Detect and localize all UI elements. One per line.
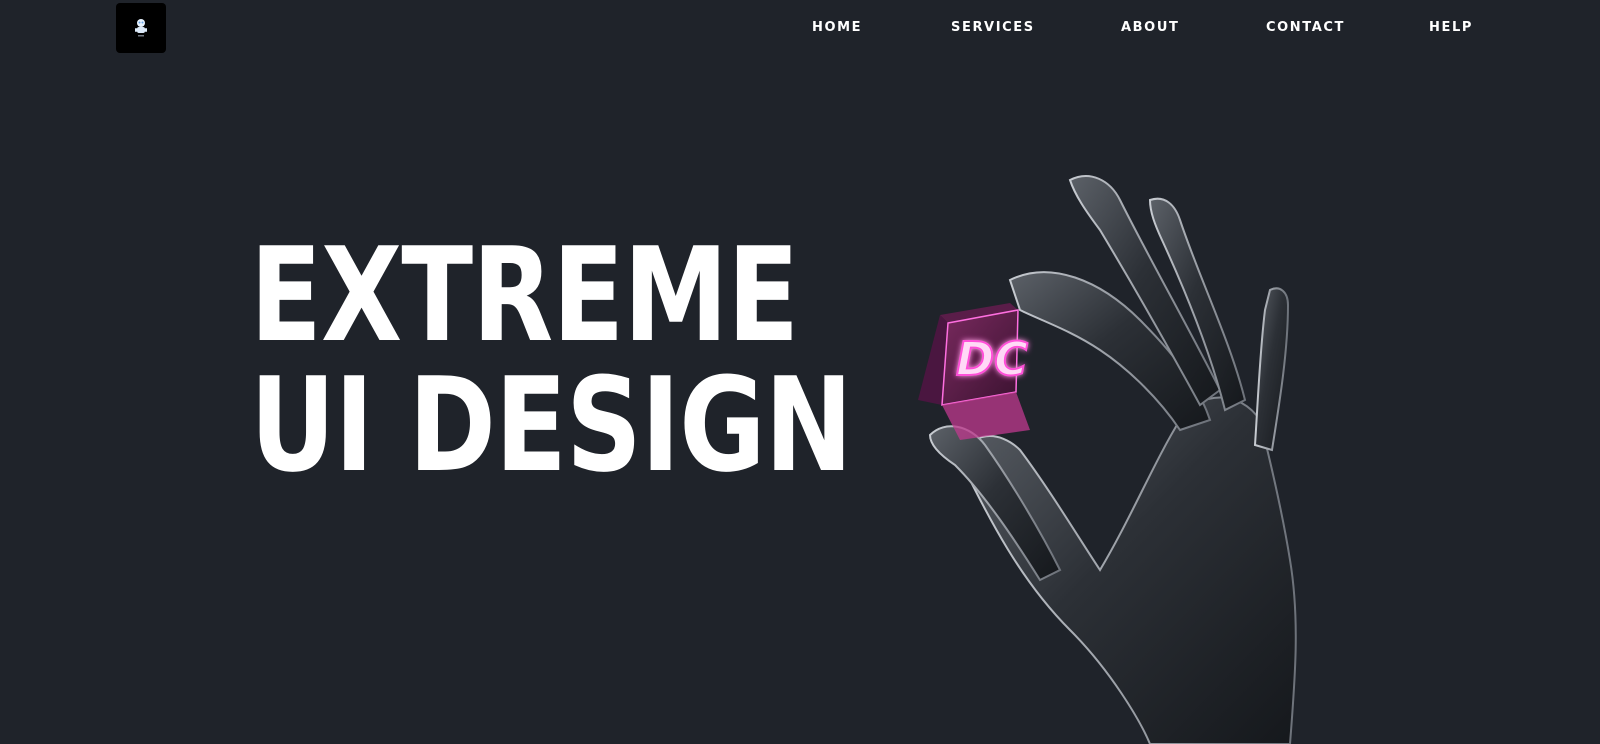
hero-hand-cube-image: DC	[918, 175, 1297, 744]
nav-about-link[interactable]: ABOUT	[1121, 17, 1179, 39]
hero-title-line-1: EXTREME	[250, 219, 799, 371]
nav-services-link[interactable]: SERVICES	[951, 17, 1035, 39]
hero-title-line-2: UI DESIGN	[250, 349, 853, 501]
nav-home-link[interactable]: HOME	[812, 17, 862, 39]
main-nav: HOME SERVICES ABOUT CONTACT HELP	[0, 17, 1600, 39]
nav-contact-link[interactable]: CONTACT	[1266, 17, 1345, 39]
nav-help-link[interactable]: HELP	[1429, 17, 1473, 39]
cube-label: DC	[956, 332, 1028, 386]
hero-title: EXTREME UI DESIGN	[250, 219, 853, 501]
dc-cube: DC	[918, 303, 1030, 440]
